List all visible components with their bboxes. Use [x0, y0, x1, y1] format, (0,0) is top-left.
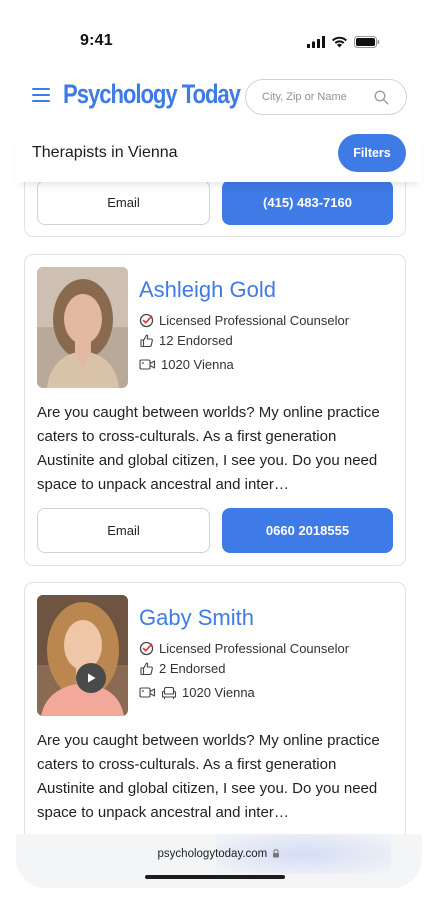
search-input[interactable]	[262, 91, 372, 103]
credential-text: Licensed Professional Counselor	[159, 641, 350, 656]
cellular-signal-icon	[307, 36, 325, 48]
url-text: psychologytoday.com	[157, 848, 268, 860]
card-actions: Email 0660 2018555	[37, 508, 393, 553]
filters-button[interactable]: Filters	[338, 134, 406, 172]
endorsed-text: 12 Endorsed	[159, 333, 233, 348]
lock-icon	[273, 849, 280, 858]
location-line: 1020 Vienna	[139, 685, 255, 700]
therapist-photo[interactable]	[37, 595, 128, 716]
credential-line: Licensed Professional Counselor	[139, 313, 349, 328]
email-button[interactable]: Email	[37, 508, 210, 553]
card-actions: Email (415) 483-7160	[37, 182, 393, 225]
credential-text: Licensed Professional Counselor	[159, 313, 350, 328]
therapist-card[interactable]: Ashleigh Gold Licensed Professional Coun…	[24, 254, 406, 566]
video-camera-icon	[139, 687, 156, 698]
browser-address-bar[interactable]: psychologytoday.com	[16, 834, 422, 888]
endorsed-line: 2 Endorsed	[139, 661, 226, 676]
credential-line: Licensed Professional Counselor	[139, 641, 349, 656]
status-time: 9:41	[80, 32, 113, 49]
location-text: 1020 Vienna	[182, 685, 255, 700]
url-display[interactable]: psychologytoday.com	[16, 848, 422, 860]
hamburger-menu-icon[interactable]	[32, 88, 50, 104]
therapist-name[interactable]: Gaby Smith	[139, 605, 254, 631]
therapist-card: Email (415) 483-7160	[24, 182, 406, 237]
search-box[interactable]	[245, 79, 407, 115]
therapist-card[interactable]: Gaby Smith Licensed Professional Counsel…	[24, 582, 406, 834]
phone-button[interactable]: 0660 2018555	[222, 508, 393, 553]
endorsed-line: 12 Endorsed	[139, 333, 233, 348]
location-text: 1020 Vienna	[161, 357, 234, 372]
verified-check-icon	[139, 313, 154, 328]
battery-icon	[354, 36, 380, 48]
wifi-icon	[332, 36, 347, 48]
home-indicator[interactable]	[145, 875, 285, 879]
phone-button[interactable]: (415) 483-7160	[222, 182, 393, 225]
endorsed-text: 2 Endorsed	[159, 661, 226, 676]
status-bar: 9:41	[0, 0, 438, 62]
therapist-name[interactable]: Ashleigh Gold	[139, 277, 276, 303]
status-icons	[307, 36, 380, 48]
thumbs-up-icon	[140, 334, 153, 348]
location-line: 1020 Vienna	[139, 357, 234, 372]
verified-check-icon	[139, 641, 154, 656]
search-icon[interactable]	[374, 90, 389, 105]
play-video-button[interactable]	[76, 663, 106, 693]
results-subheader: Therapists in Vienna Filters	[16, 134, 422, 182]
play-icon	[88, 673, 96, 683]
thumbs-up-icon	[140, 662, 153, 676]
armchair-icon	[161, 686, 177, 699]
psychology-today-logo[interactable]: Psychology Today	[63, 79, 241, 110]
therapist-photo[interactable]	[37, 267, 128, 388]
site-header: Psychology Today	[16, 62, 422, 134]
video-camera-icon	[139, 359, 156, 370]
results-list[interactable]: Email (415) 483-7160 Ashleigh Gold Licen…	[16, 182, 422, 834]
therapist-bio[interactable]: Are you caught between worlds? My online…	[37, 729, 395, 825]
therapist-bio[interactable]: Are you caught between worlds? My online…	[37, 401, 395, 497]
page-title: Therapists in Vienna	[32, 144, 178, 161]
email-button[interactable]: Email	[37, 182, 210, 225]
